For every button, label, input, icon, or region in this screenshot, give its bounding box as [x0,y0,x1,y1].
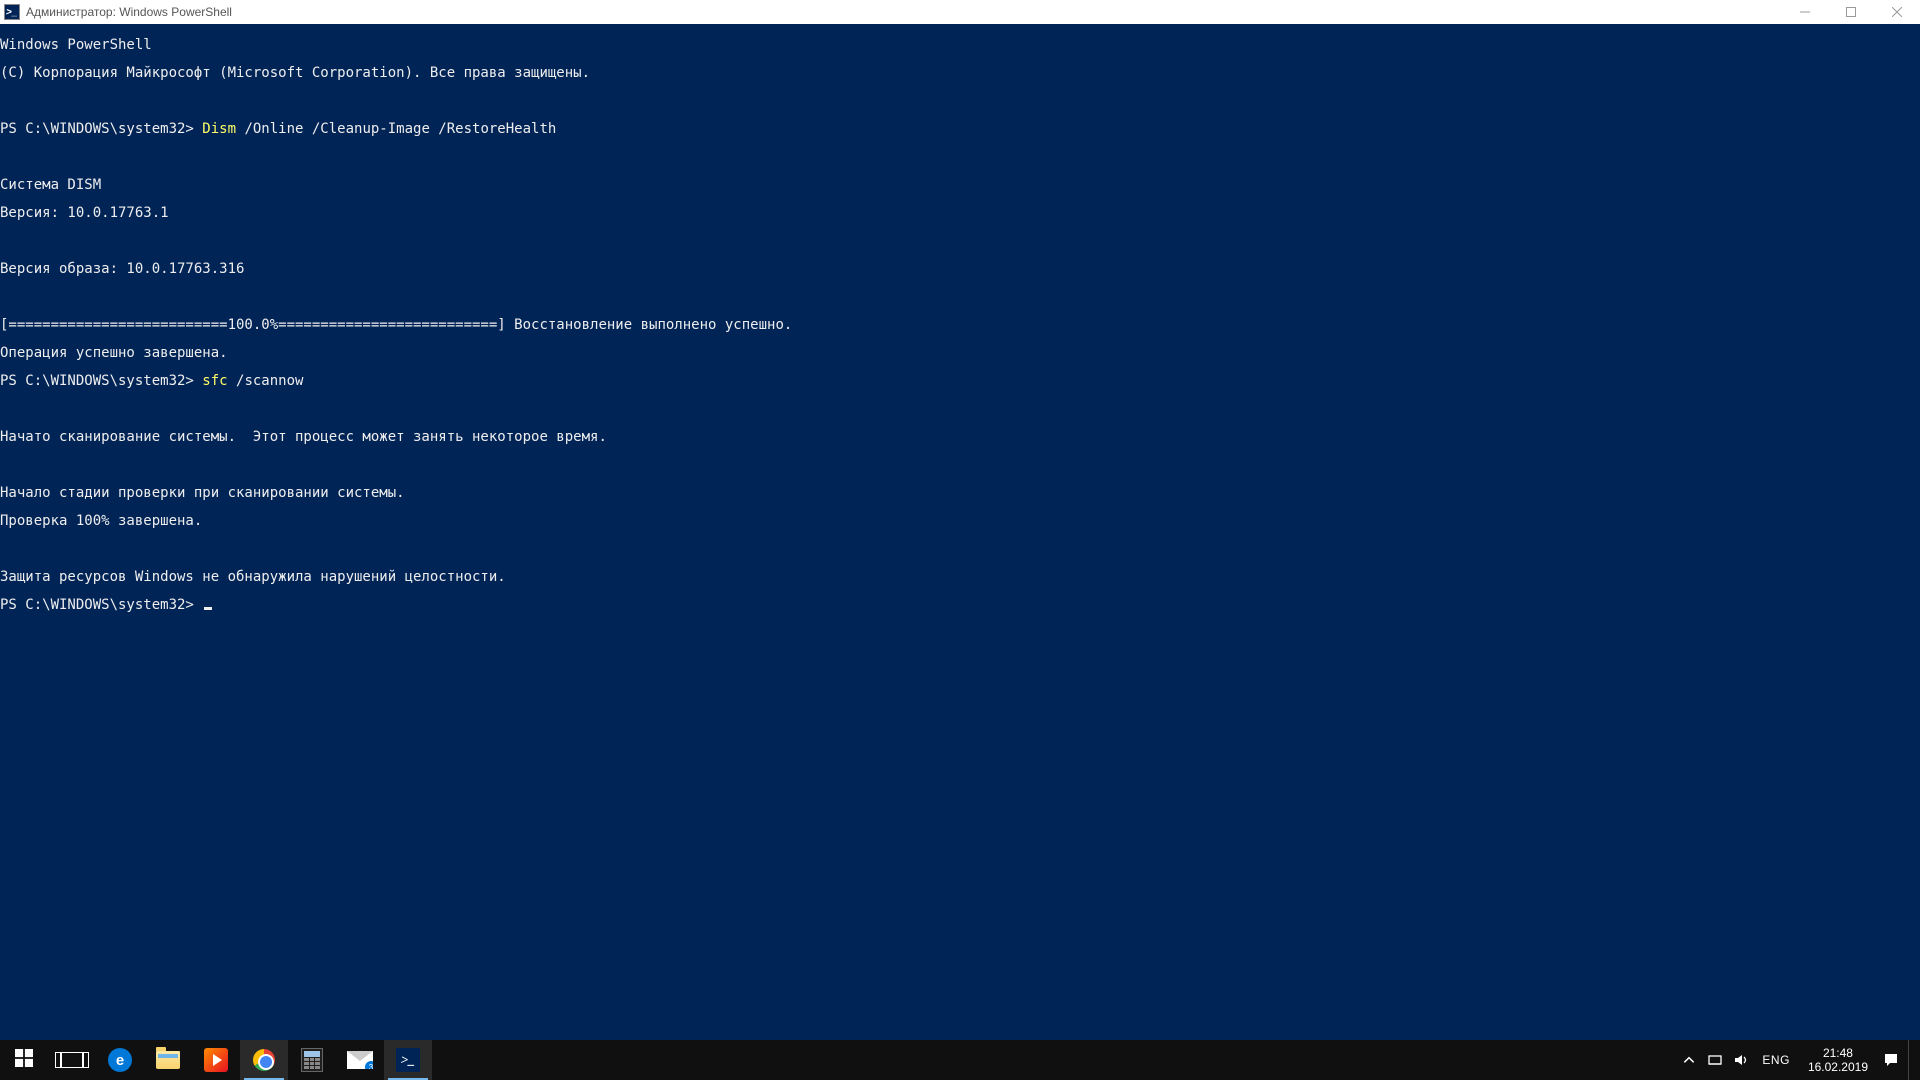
tray-overflow-button[interactable] [1680,1053,1698,1067]
command-token: Dism [202,121,236,137]
terminal-line: PS C:\WINDOWS\system32> Dism /Online /Cl… [0,122,1920,136]
window-controls [1782,0,1920,24]
language-indicator[interactable]: ENG [1758,1053,1794,1067]
terminal-blank [0,402,1920,416]
terminal-line: Начало стадии проверки при сканировании … [0,486,1920,500]
terminal-blank [0,234,1920,248]
terminal-blank [0,458,1920,472]
cursor-icon [204,607,212,610]
windows-logo-icon [15,1049,33,1072]
system-tray: ENG 21:48 16.02.2019 [1680,1040,1920,1080]
terminal-blank [0,290,1920,304]
show-desktop-button[interactable] [1908,1040,1914,1080]
close-button[interactable] [1874,0,1920,24]
terminal-line: Начато сканирование системы. Этот процес… [0,430,1920,444]
taskbar: e 3 >_ ENG 21:48 16.02 [0,1040,1920,1080]
terminal-line: [==========================100.0%=======… [0,318,1920,332]
terminal-line: PS C:\WINDOWS\system32> sfc /scannow [0,374,1920,388]
ps-prompt: PS C:\WINDOWS\system32> [0,597,202,613]
chrome-icon [253,1049,275,1071]
terminal-line: PS C:\WINDOWS\system32> [0,598,1920,612]
start-button[interactable] [0,1040,48,1080]
taskbar-clock[interactable]: 21:48 16.02.2019 [1802,1046,1874,1074]
network-icon[interactable] [1706,1053,1724,1067]
maximize-button[interactable] [1828,0,1874,24]
taskbar-app-mail[interactable]: 3 [336,1040,384,1080]
mail-icon: 3 [347,1051,373,1069]
edge-icon: e [108,1048,132,1072]
terminal-line: Проверка 100% завершена. [0,514,1920,528]
terminal-line: Cистема DISM [0,178,1920,192]
clock-date: 16.02.2019 [1808,1060,1868,1074]
clock-time: 21:48 [1808,1046,1868,1060]
mail-badge: 3 [365,1061,377,1073]
taskbar-app-calculator[interactable] [288,1040,336,1080]
minimize-button[interactable] [1782,0,1828,24]
taskbar-app-chrome[interactable] [240,1040,288,1080]
media-player-icon [204,1048,228,1072]
window-title: Администратор: Windows PowerShell [26,5,232,19]
taskbar-app-movies[interactable] [192,1040,240,1080]
task-view-icon [61,1052,83,1068]
command-args: /scannow [228,373,304,389]
taskbar-app-powershell[interactable]: >_ [384,1040,432,1080]
terminal-blank [0,542,1920,556]
powershell-icon: >_ [4,4,20,20]
terminal-line: Версия образа: 10.0.17763.316 [0,262,1920,276]
file-explorer-icon [156,1051,180,1069]
terminal-blank [0,94,1920,108]
taskbar-app-edge[interactable]: e [96,1040,144,1080]
task-view-button[interactable] [48,1040,96,1080]
terminal-blank [0,150,1920,164]
window-titlebar[interactable]: >_ Администратор: Windows PowerShell [0,0,1920,24]
command-args: /Online /Cleanup-Image /RestoreHealth [236,121,556,137]
terminal-line: Windows PowerShell [0,38,1920,52]
command-token: sfc [202,373,227,389]
ps-prompt: PS C:\WINDOWS\system32> [0,373,202,389]
taskbar-app-explorer[interactable] [144,1040,192,1080]
powershell-taskbar-icon: >_ [396,1048,420,1072]
terminal-line: (C) Корпорация Майкрософт (Microsoft Cor… [0,66,1920,80]
ps-prompt: PS C:\WINDOWS\system32> [0,121,202,137]
terminal-body[interactable]: Windows PowerShell (C) Корпорация Майкро… [0,24,1920,1040]
calculator-icon [301,1048,323,1072]
terminal-line: Защита ресурсов Windows не обнаружила на… [0,570,1920,584]
volume-icon[interactable] [1732,1053,1750,1067]
terminal-line: Версия: 10.0.17763.1 [0,206,1920,220]
action-center-button[interactable] [1882,1052,1900,1068]
terminal-line: Операция успешно завершена. [0,346,1920,360]
